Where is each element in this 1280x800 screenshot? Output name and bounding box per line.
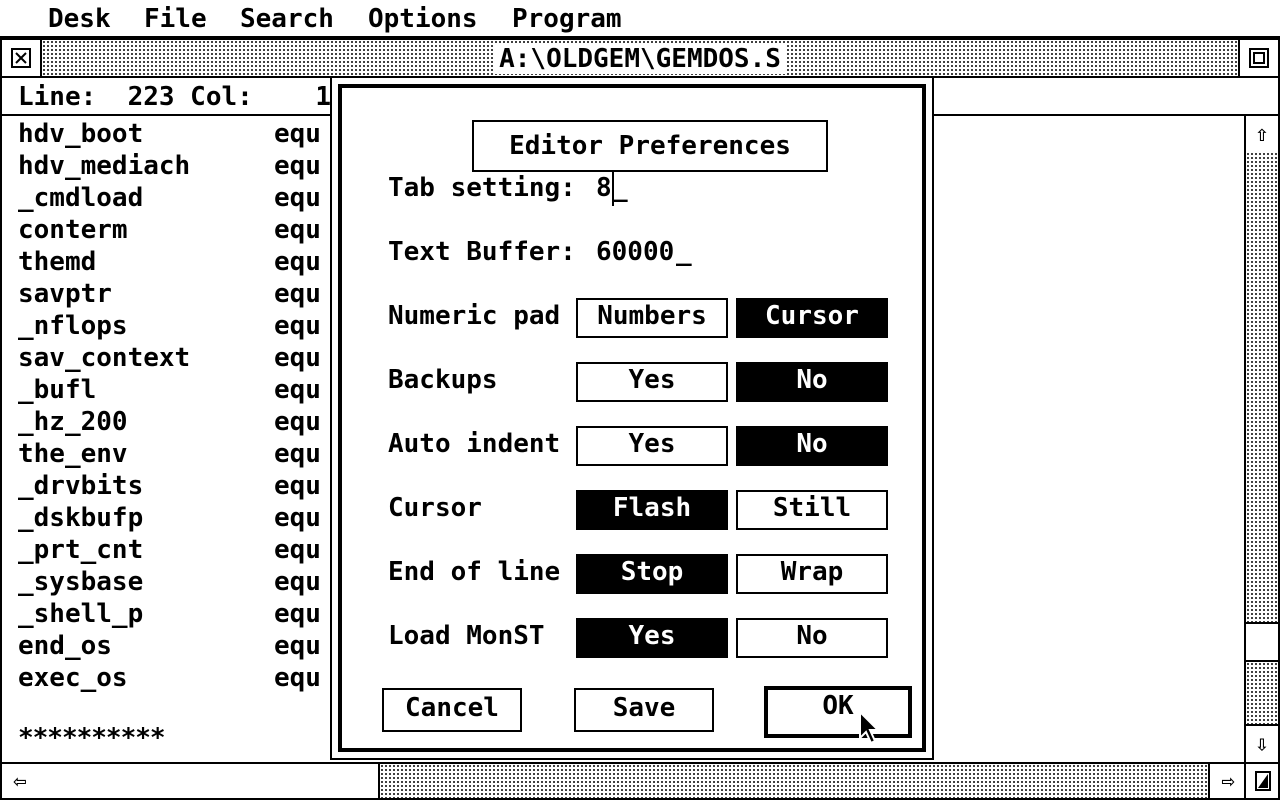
option-button[interactable]: No: [736, 618, 888, 658]
cursor-position: Line: 223 Col: 1: [18, 82, 332, 112]
code-label: exec_os: [18, 663, 128, 693]
code-label: _hz_200: [18, 407, 128, 437]
code-directive: equ: [274, 247, 321, 277]
code-label: the_env: [18, 439, 128, 469]
code-directive: equ: [274, 631, 321, 661]
code-label: hdv_mediach: [18, 151, 191, 181]
code-label: _sysbase: [18, 567, 144, 597]
option-button[interactable]: Wrap: [736, 554, 888, 594]
code-directive: equ: [274, 407, 321, 437]
window-title-bar[interactable]: A:\OLDGEM\GEMDOS.S: [2, 40, 1278, 78]
code-directive: equ: [274, 599, 321, 629]
menu-file[interactable]: File: [144, 2, 207, 36]
code-label: end_os: [18, 631, 112, 661]
code-directive: equ: [274, 663, 321, 693]
code-directive: equ: [274, 119, 321, 149]
arrow-left-icon[interactable]: ⇦: [2, 764, 40, 798]
code-directive: equ: [274, 567, 321, 597]
menu-program[interactable]: Program: [512, 2, 622, 36]
option-button[interactable]: Stop: [576, 554, 728, 594]
text-buffer-underscore: _: [676, 237, 692, 267]
option-button[interactable]: Numbers: [576, 298, 728, 338]
code-directive: equ: [274, 535, 321, 565]
tab-setting-label: Tab setting:: [388, 173, 576, 203]
window-title: A:\OLDGEM\GEMDOS.S: [2, 40, 1278, 76]
close-icon[interactable]: [2, 40, 42, 76]
code-label: _drvbits: [18, 471, 144, 501]
arrow-up-icon[interactable]: ⇧: [1246, 116, 1278, 154]
code-directive: equ: [274, 439, 321, 469]
fuller-icon[interactable]: [1238, 40, 1278, 76]
code-label: _nflops: [18, 311, 128, 341]
vertical-scrollbar[interactable]: ⇧ ⇩: [1244, 116, 1278, 762]
code-directive: equ: [274, 311, 321, 341]
option-label: End of line: [388, 557, 561, 587]
option-label: Backups: [388, 365, 498, 395]
horizontal-scroll-thumb[interactable]: [38, 764, 380, 798]
option-button[interactable]: Yes: [576, 362, 728, 402]
menu-search[interactable]: Search: [240, 2, 334, 36]
code-label: _shell_p: [18, 599, 144, 629]
option-button[interactable]: No: [736, 362, 888, 402]
size-icon[interactable]: [1244, 764, 1280, 798]
save-button[interactable]: Save: [574, 688, 714, 732]
mouse-pointer-icon: [859, 710, 881, 745]
option-label: Cursor: [388, 493, 482, 523]
vertical-scroll-thumb[interactable]: [1246, 622, 1278, 662]
code-label: _dskbufp: [18, 503, 144, 533]
code-directive: equ: [274, 215, 321, 245]
option-label: Load MonST: [388, 621, 545, 651]
option-button[interactable]: Yes: [576, 426, 728, 466]
comment-line: **********: [18, 723, 166, 753]
dialog-frame: Editor Preferences Tab setting: 8 _ Text…: [338, 84, 926, 752]
tab-setting-underscore: _: [612, 173, 628, 203]
code-label: savptr: [18, 279, 112, 309]
option-label: Auto indent: [388, 429, 561, 459]
option-label: Numeric pad: [388, 301, 561, 331]
cancel-button[interactable]: Cancel: [382, 688, 522, 732]
arrow-down-icon[interactable]: ⇩: [1246, 724, 1278, 762]
code-directive: equ: [274, 375, 321, 405]
code-label: _bufl: [18, 375, 97, 405]
option-button[interactable]: Still: [736, 490, 888, 530]
text-buffer-label: Text Buffer:: [388, 237, 576, 267]
vertical-scroll-track-lower[interactable]: [1246, 662, 1278, 724]
option-button[interactable]: Flash: [576, 490, 728, 530]
editor-preferences-dialog: Editor Preferences Tab setting: 8 _ Text…: [330, 76, 934, 760]
code-label: sav_context: [18, 343, 191, 373]
code-directive: equ: [274, 183, 321, 213]
tab-setting-field[interactable]: 8: [596, 170, 614, 206]
ok-button[interactable]: OK: [764, 686, 912, 738]
code-directive: equ: [274, 279, 321, 309]
code-label: _cmdload: [18, 183, 144, 213]
code-directive: equ: [274, 503, 321, 533]
arrow-right-icon[interactable]: ⇨: [1208, 764, 1246, 798]
code-directive: equ: [274, 471, 321, 501]
menu-desk[interactable]: Desk: [48, 2, 111, 36]
code-label: conterm: [18, 215, 128, 245]
option-button[interactable]: Cursor: [736, 298, 888, 338]
code-directive: equ: [274, 151, 321, 181]
code-label: themd: [18, 247, 97, 277]
option-button[interactable]: Yes: [576, 618, 728, 658]
code-directive: equ: [274, 343, 321, 373]
code-label: hdv_boot: [18, 119, 144, 149]
vertical-scroll-track[interactable]: [1246, 152, 1278, 622]
text-buffer-field[interactable]: 60000: [596, 234, 674, 270]
menu-options[interactable]: Options: [368, 2, 478, 36]
code-label: _prt_cnt: [18, 535, 144, 565]
horizontal-scrollbar[interactable]: ⇦ ⇨: [2, 762, 1278, 798]
horizontal-scroll-track[interactable]: [380, 764, 1208, 798]
option-button[interactable]: No: [736, 426, 888, 466]
menu-bar: Desk File Search Options Program: [0, 0, 1280, 38]
dialog-title: Editor Preferences: [472, 120, 828, 172]
